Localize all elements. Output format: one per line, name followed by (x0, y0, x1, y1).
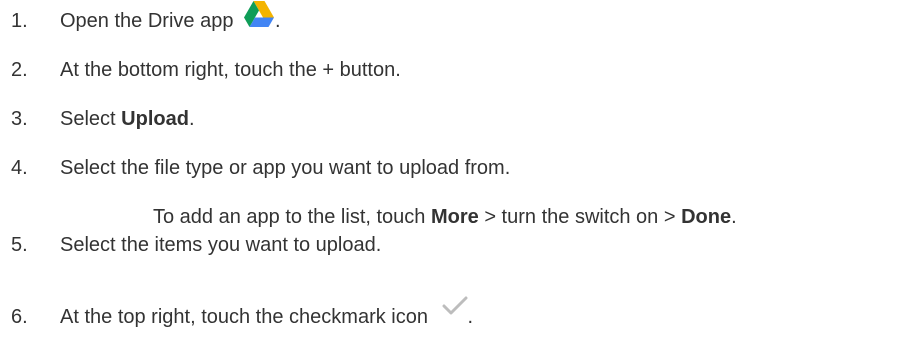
step-4-note: To add an app to the list, touch More > … (153, 205, 737, 229)
step-number: 5. (11, 234, 28, 256)
step-number: 4. (11, 157, 28, 179)
step-number: 1. (11, 10, 28, 32)
upload-option-label: Upload (121, 108, 189, 130)
step-text: At the top right, touch the checkmark ic… (60, 306, 428, 328)
step-1: 1. Open the Drive app . (11, 0, 281, 34)
step-text-end: . (188, 108, 195, 130)
step-2: 2. At the bottom right, touch the + butto… (11, 58, 401, 82)
google-drive-icon (243, 0, 275, 34)
step-number: 6. (11, 306, 28, 328)
step-6: 6. At the top right, touch the checkmark … (11, 296, 474, 329)
note-text: > turn the switch on > (478, 206, 682, 228)
step-text-end: . (275, 10, 281, 32)
step-4: 4. Select the file type or app you want t… (11, 156, 510, 180)
step-text: At the bottom right, touch the + button. (60, 59, 401, 81)
step-number: 2. (11, 59, 28, 81)
step-text: Select the file type or app you want to … (60, 157, 511, 179)
step-3: 3. Select Upload. (11, 107, 195, 131)
note-text: To add an app to the list, touch (153, 206, 431, 228)
note-text-end: . (731, 206, 737, 228)
step-text: Open the Drive app (60, 10, 234, 32)
done-option-label: Done (681, 206, 732, 228)
step-text-end: . (467, 306, 474, 328)
more-option-label: More (430, 206, 479, 228)
step-text: Select the items you want to upload. (60, 234, 382, 256)
step-number: 3. (11, 108, 28, 130)
checkmark-icon (442, 296, 468, 322)
step-5: 5. Select the items you want to upload. (11, 233, 381, 257)
step-text: Select (60, 108, 122, 130)
